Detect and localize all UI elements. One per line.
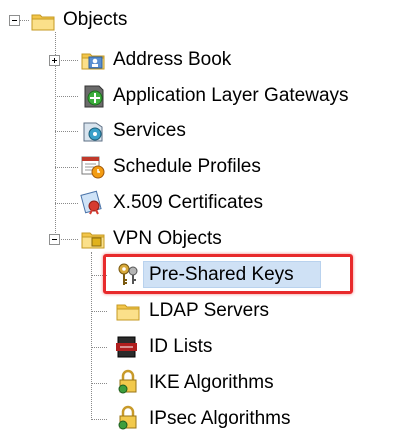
tree-item-ike-algorithms[interactable]: IKE Algorithms [0,365,401,401]
id-list-icon [116,336,137,358]
services-icon [83,122,103,142]
tree-item-address-book[interactable]: Address Book [0,42,401,78]
calendar-clock-icon [81,156,105,179]
collapse-toggle[interactable] [9,15,20,26]
folder-icon [116,304,140,321]
tree-item-label: IKE Algorithms [149,372,274,393]
tree-item-id-lists[interactable]: ID Lists [0,329,401,365]
tree-item-services[interactable]: Services [0,113,401,149]
tree-item-ipsec-algorithms[interactable]: IPsec Algorithms [0,401,401,437]
tree-item-application-layer-gateways[interactable]: Application Layer Gateways [0,78,401,114]
tree-item-label: Services [113,120,186,141]
keys-icon [118,263,138,285]
folder-icon [81,232,105,249]
objects-tree: Objects Address Book Application Layer G… [0,0,401,437]
expand-toggle[interactable] [49,55,60,66]
tree-item-label: Address Book [113,49,232,70]
folder-icon [31,14,55,31]
collapse-toggle[interactable] [49,234,60,245]
tree-item-x509-certificates[interactable]: X.509 Certificates [0,185,401,221]
tree-item-vpn-objects[interactable]: VPN Objects [0,221,401,257]
tree-item-label: IPsec Algorithms [149,408,291,429]
tree-item-pre-shared-keys[interactable]: Pre-Shared Keys [0,257,401,293]
lock-algorithm-icon [118,405,137,430]
address-book-icon [81,53,105,70]
tree-item-label: LDAP Servers [149,300,270,321]
tree-item-label: ID Lists [149,336,213,357]
certificate-icon [80,190,102,215]
tree-item-label: Objects [63,9,128,30]
tree-item-ldap-servers[interactable]: LDAP Servers [0,293,401,329]
tree-item-label: Pre-Shared Keys [149,264,294,285]
tree-item-label: X.509 Certificates [113,192,263,213]
alg-icon [84,85,104,108]
lock-algorithm-icon [118,369,137,394]
tree-item-label: Schedule Profiles [113,156,261,177]
tree-item-objects[interactable]: Objects [0,2,401,38]
tree-item-label: VPN Objects [113,228,222,249]
tree-item-label: Application Layer Gateways [113,85,349,106]
tree-item-schedule-profiles[interactable]: Schedule Profiles [0,149,401,185]
